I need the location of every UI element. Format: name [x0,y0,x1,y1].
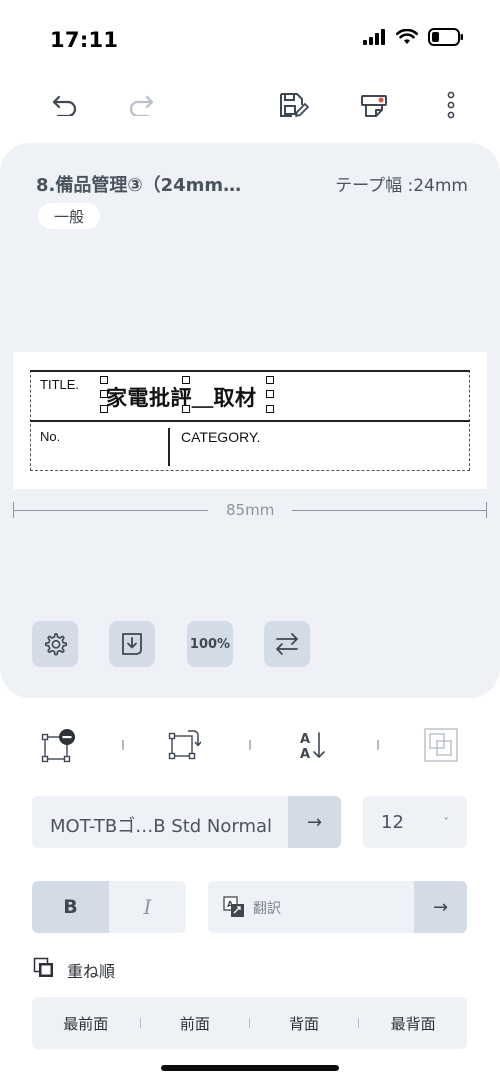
undo-button[interactable] [44,85,84,125]
swap-arrows-icon [276,633,298,655]
label-category-field[interactable]: CATEGORY. [181,429,260,445]
print-button[interactable] [354,85,394,125]
import-button[interactable] [109,621,155,667]
selection-handle[interactable] [182,405,190,413]
wifi-icon [396,29,418,44]
selection-handle[interactable] [266,376,274,384]
zoom-button[interactable]: 100% [187,621,233,667]
remove-object-icon [41,729,75,763]
rotate-object-icon [168,730,202,760]
zoom-label: 100% [189,636,231,652]
redo-icon [129,95,154,116]
undo-icon [52,95,77,116]
delete-object-button[interactable] [36,723,80,767]
status-icons [362,28,464,46]
more-button[interactable] [431,85,471,125]
status-time: 17:11 [50,28,119,52]
ruler-line-left [13,510,208,511]
label-vertical-line [168,428,170,466]
download-document-icon [122,633,142,655]
stack-order-group: 最前面 前面 背面 最背面 [32,997,467,1049]
stack-order-label: 重ね順 [67,962,116,981]
layer-order-icon [33,957,53,977]
rotate-object-button[interactable] [162,723,206,767]
settings-button[interactable] [32,621,78,667]
ruler-right-tick [486,502,487,518]
vertical-text-button[interactable]: A A [291,723,335,767]
chevron-down-icon: ˇ [443,815,450,829]
selection-handle[interactable] [100,390,108,398]
translate-icon: A [223,896,244,917]
bold-button[interactable]: B [32,881,109,933]
save-edit-icon [280,93,309,117]
toolbar-separator [249,740,251,750]
label-no-field[interactable]: No. [40,429,60,444]
tape-width: テープ幅 :24mm [335,176,468,196]
group-object-button[interactable] [419,723,463,767]
category-chip[interactable]: 一般 [38,203,100,229]
print-icon [361,95,387,117]
swap-button[interactable] [264,621,310,667]
label-title-field[interactable]: TITLE. [40,377,79,392]
italic-button[interactable]: I [109,881,186,933]
vertical-text-icon: A A [300,732,325,762]
text-style-group: B I [32,881,186,933]
selection-handle[interactable] [266,405,274,413]
font-name: MOT-TBゴ…B Std Normal [50,816,273,837]
battery-icon [428,28,463,46]
translate-placeholder: 翻訳 [253,901,281,917]
document-title: 8.備品管理③（24mm… [36,175,242,196]
selection-handle[interactable] [182,376,190,384]
font-size-value: 12 [381,811,404,833]
home-indicator[interactable] [161,1065,339,1071]
svg-text:A: A [300,732,310,747]
selection-handle[interactable] [100,376,108,384]
bring-to-front-button[interactable]: 最前面 [32,1013,140,1034]
ruler-line-right [292,510,487,511]
save-button[interactable] [274,85,314,125]
send-backward-button[interactable]: 背面 [250,1013,358,1034]
toolbar-separator [122,740,124,750]
translate-button[interactable]: → [414,881,467,933]
gear-icon [44,633,68,656]
selection-handle[interactable] [100,405,108,413]
font-size-select[interactable]: 12 ˇ [363,796,467,848]
bring-forward-button[interactable]: 前面 [141,1013,249,1034]
label-divider-line [30,420,470,422]
more-icon [447,91,455,119]
svg-text:A: A [300,747,310,762]
selection-handle[interactable] [266,390,274,398]
label-top-line [30,370,470,372]
redo-button[interactable] [122,85,162,125]
group-object-icon [424,728,458,762]
label-length: 85mm [226,501,275,519]
send-to-back-button[interactable]: 最背面 [359,1013,467,1034]
signal-icon [363,29,385,45]
font-select-button[interactable]: → [288,796,341,848]
toolbar-separator [377,740,379,750]
